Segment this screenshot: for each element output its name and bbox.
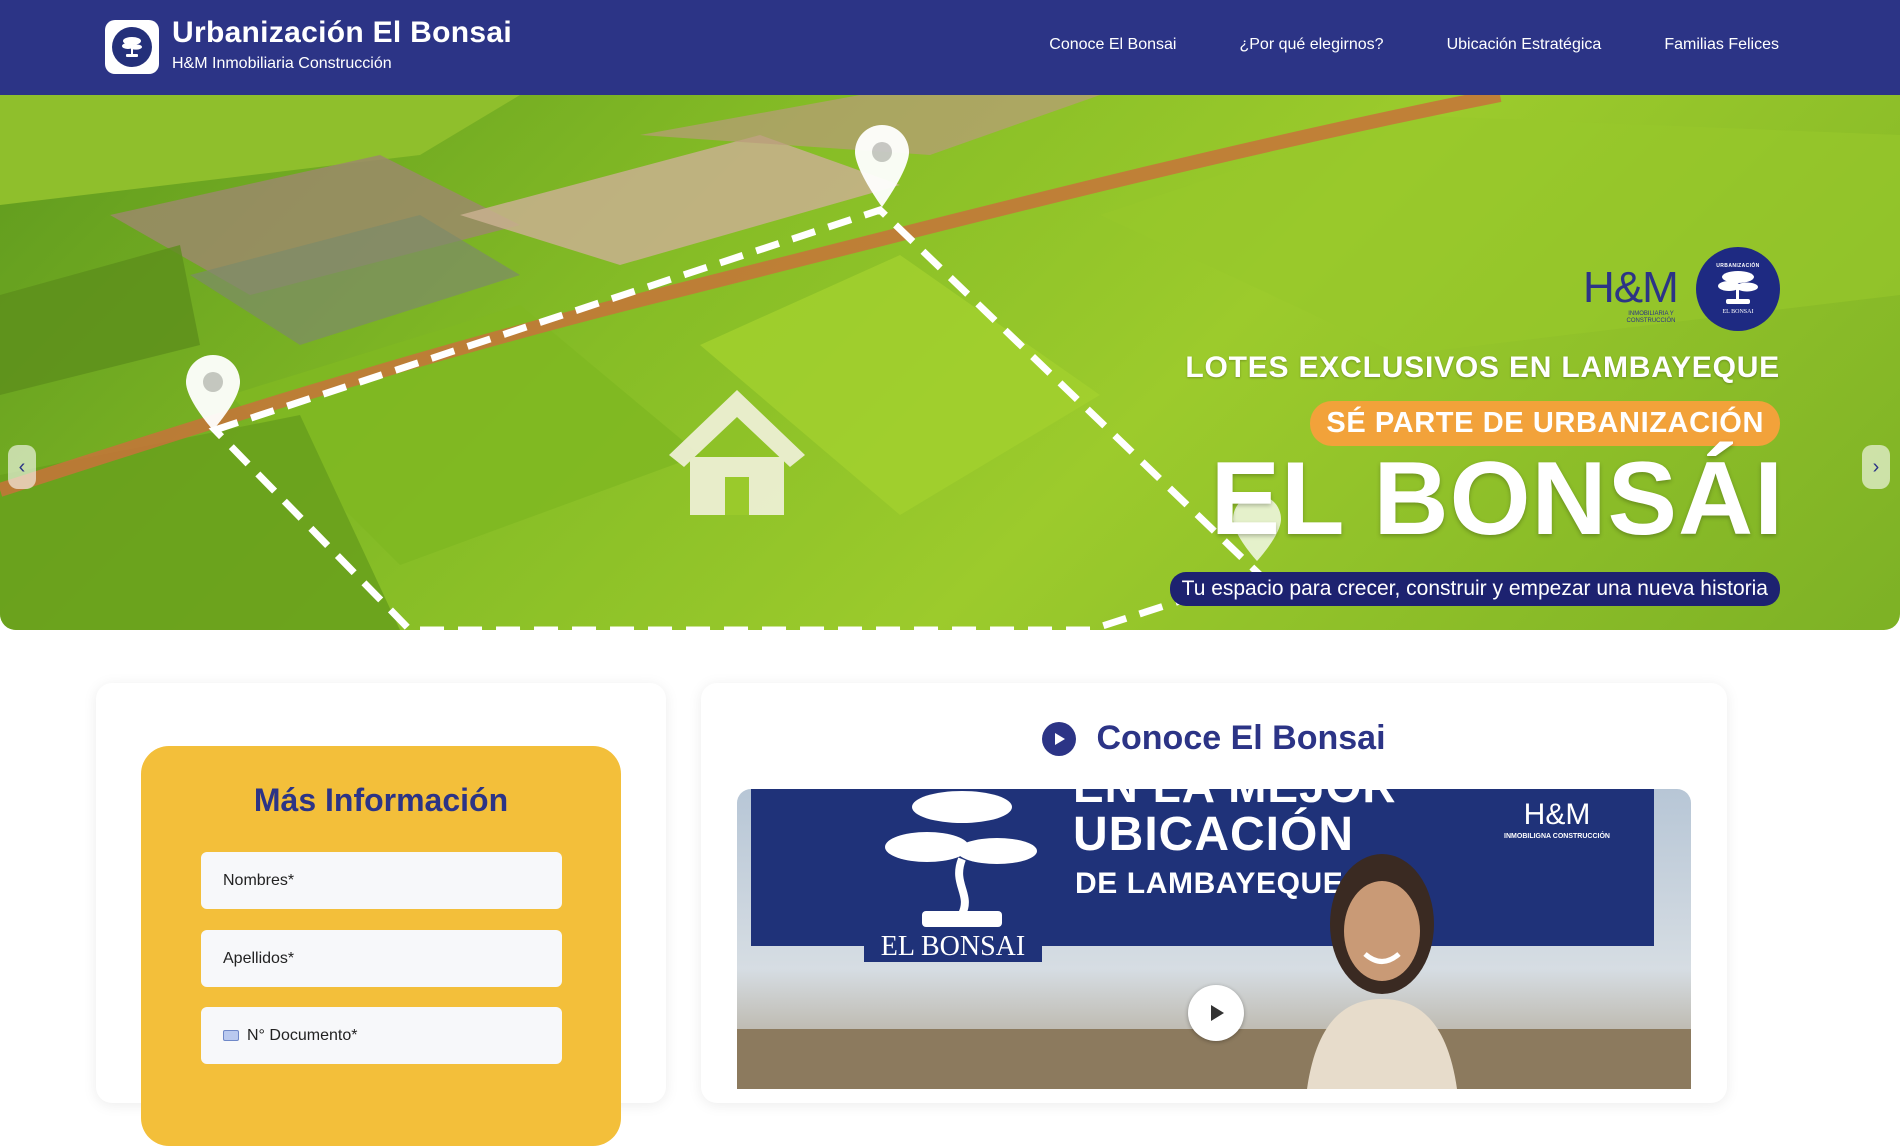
chevron-left-icon: ‹ [18, 455, 26, 478]
carousel-prev-button[interactable]: ‹ [8, 445, 36, 489]
bonsai-tree-icon [885, 791, 1037, 927]
site-logo[interactable] [105, 20, 159, 74]
video-brand-label: EL BONSAI [864, 932, 1042, 962]
documento-field[interactable]: N° Documento* [201, 1007, 562, 1064]
video-hm-logo: H&M INMOBILIGNA CONSTRUCCIÓN [1497, 798, 1617, 841]
nombres-placeholder: Nombres* [223, 871, 295, 889]
hero-big-title: EL BONSÁI [1210, 441, 1784, 557]
id-card-icon [223, 1030, 239, 1041]
nav-ubicacion-estrategica[interactable]: Ubicación Estratégica [1447, 36, 1602, 54]
hero-carousel: H&M INMOBILIARIA Y CONSTRUCCIÓN URBANIZA… [0, 95, 1900, 630]
seal-bottom-text: EL BONSAI [1722, 309, 1754, 315]
video-play-button[interactable] [1188, 985, 1244, 1041]
video-player[interactable]: EN LA MEJOR UBICACIÓN DE LAMBAYEQUE H&M … [737, 789, 1691, 1089]
hero-pill-label: SÉ PARTE DE URBANIZACIÓN [1310, 401, 1780, 446]
nav-por-que-elegirnos[interactable]: ¿Por qué elegirnos? [1239, 36, 1383, 54]
hero-tagline: Tu espacio para crecer, construir y empe… [1169, 572, 1780, 606]
chevron-right-icon: › [1872, 455, 1880, 478]
documento-placeholder: N° Documento* [247, 1026, 358, 1044]
hm-logo: H&M [1583, 263, 1679, 312]
video-heading-text: Conoce El Bonsai [1096, 719, 1386, 757]
apellidos-placeholder: Apellidos* [223, 949, 295, 967]
nombres-field[interactable]: Nombres* [201, 852, 562, 909]
main-nav: Conoce El Bonsai ¿Por qué elegirnos? Ubi… [1049, 36, 1779, 54]
bonsai-tree-icon [1718, 271, 1758, 304]
nav-familias-felices[interactable]: Familias Felices [1664, 36, 1779, 54]
apellidos-field[interactable]: Apellidos* [201, 930, 562, 987]
hm-logo-caption: INMOBILIARIA Y CONSTRUCCIÓN [1626, 311, 1676, 324]
hero-headline: LOTES EXCLUSIVOS EN LAMBAYEQUE [1185, 351, 1780, 384]
nav-conoce-el-bonsai[interactable]: Conoce El Bonsai [1049, 36, 1176, 54]
site-header: Urbanización El Bonsai H&M Inmobiliaria … [0, 0, 1900, 95]
info-form: Más Información Nombres* Apellidos* N° D… [141, 746, 621, 1146]
carousel-next-button[interactable]: › [1862, 445, 1890, 489]
form-title: Más Información [253, 782, 509, 818]
bonsai-tree-icon [112, 27, 152, 67]
site-subtitle: H&M Inmobiliaria Construcción [172, 55, 392, 72]
site-title: Urbanización El Bonsai [172, 16, 512, 49]
el-bonsai-seal: URBANIZACIÓN EL BONSAI [1696, 247, 1780, 331]
play-circle-icon [1042, 721, 1077, 756]
video-heading: Conoce El Bonsai [701, 719, 1727, 758]
video-hm-mark: H&M [1523, 798, 1591, 831]
video-hm-caption: INMOBILIGNA CONSTRUCCIÓN [1504, 833, 1610, 840]
play-icon [1211, 1005, 1224, 1021]
presenter-figure [1307, 854, 1457, 1089]
